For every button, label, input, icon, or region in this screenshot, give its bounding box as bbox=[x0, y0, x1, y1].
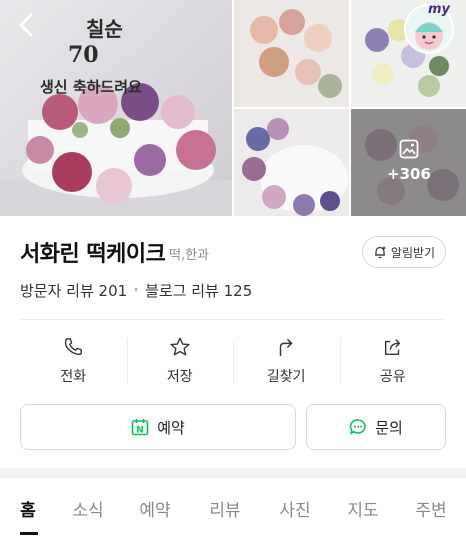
more-photos-count: +306 bbox=[387, 165, 431, 183]
gallery-photo-4[interactable] bbox=[234, 109, 349, 216]
gallery-photo-2[interactable] bbox=[234, 0, 349, 107]
review-summary: 방문자 리뷰 201 • 블로그 리뷰 125 bbox=[20, 280, 252, 301]
save-button[interactable]: 저장 bbox=[126, 330, 234, 396]
action-label: 저장 bbox=[166, 369, 193, 385]
reserve-button[interactable]: N 예약 bbox=[20, 404, 296, 450]
tab-reservation[interactable]: 예약 bbox=[120, 478, 190, 538]
naver-booking-icon: N bbox=[131, 419, 149, 436]
tab-reviews[interactable]: 리뷰 bbox=[190, 478, 260, 538]
action-label: 공유 bbox=[379, 369, 406, 385]
directions-icon bbox=[280, 338, 293, 356]
action-label: 길찾기 bbox=[266, 369, 306, 385]
tab-photos[interactable]: 사진 bbox=[260, 478, 330, 538]
star-icon bbox=[170, 337, 190, 356]
place-category: 떡,한과 bbox=[169, 248, 210, 263]
notify-label: 알림받기 bbox=[390, 245, 436, 260]
chat-icon bbox=[349, 419, 366, 435]
visitor-reviews-link[interactable]: 방문자 리뷰 201 bbox=[20, 280, 127, 301]
action-bar: 전화 저장 길찾기 공유 bbox=[20, 330, 446, 396]
svg-text:칠순: 칠순 bbox=[86, 17, 123, 41]
share-icon bbox=[384, 339, 400, 356]
svg-text:N: N bbox=[136, 425, 144, 435]
tab-home[interactable]: 홈 bbox=[0, 478, 56, 538]
tab-news[interactable]: 소식 bbox=[56, 478, 120, 538]
tab-map[interactable]: 지도 bbox=[330, 478, 396, 538]
active-tab-indicator bbox=[20, 532, 38, 535]
tab-nearby[interactable]: 주변 bbox=[396, 478, 466, 538]
action-label: 전화 bbox=[60, 369, 87, 385]
gallery-icon bbox=[399, 139, 419, 159]
svg-text:생신 축하드려요: 생신 축하드려요 bbox=[40, 78, 142, 96]
tab-bar: 홈 소식 예약 리뷰 사진 지도 주변 bbox=[0, 478, 466, 538]
inquiry-label: 문의 bbox=[375, 418, 403, 437]
divider bbox=[20, 319, 446, 320]
section-divider bbox=[0, 468, 466, 478]
gallery-more-photos[interactable] bbox=[351, 109, 466, 216]
phone-icon bbox=[65, 338, 83, 356]
place-name: 서화린 떡케이크 bbox=[20, 242, 166, 267]
call-button[interactable]: 전화 bbox=[20, 330, 127, 396]
separator-dot: • bbox=[133, 285, 140, 296]
reserve-label: 예약 bbox=[157, 418, 185, 437]
cta-row: N 예약 문의 bbox=[20, 404, 446, 450]
back-icon[interactable] bbox=[12, 10, 42, 40]
bell-plus-icon bbox=[374, 246, 386, 259]
my-badge-label: my bbox=[428, 2, 451, 17]
directions-button[interactable]: 길찾기 bbox=[233, 330, 340, 396]
inquiry-button[interactable]: 문의 bbox=[306, 404, 446, 450]
photo-gallery: 칠순 70 생신 축하드려요 bbox=[0, 0, 466, 216]
blog-reviews-link[interactable]: 블로그 리뷰 125 bbox=[145, 280, 252, 301]
share-button[interactable]: 공유 bbox=[339, 330, 447, 396]
svg-text:70: 70 bbox=[68, 42, 99, 68]
notify-button[interactable]: 알림받기 bbox=[362, 236, 446, 268]
